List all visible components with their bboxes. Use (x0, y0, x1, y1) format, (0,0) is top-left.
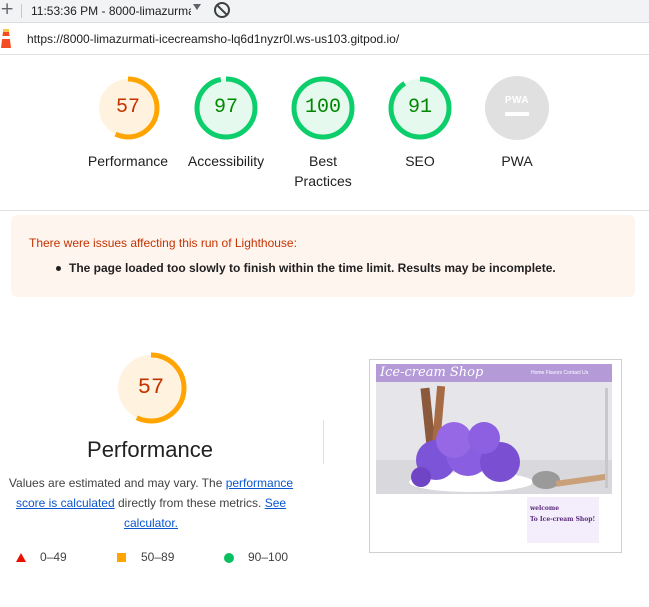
vertical-divider (323, 420, 324, 464)
section-divider (0, 210, 649, 211)
screenshot-menu: Home Flavors Contact Us (531, 370, 589, 376)
caret-down-icon[interactable] (193, 4, 201, 10)
toolbar-divider (21, 4, 22, 18)
seo-label: SEO (405, 153, 435, 169)
fail-triangle-icon (16, 553, 26, 562)
legend-average: 50–89 (141, 550, 175, 564)
pwa-label: PWA (501, 153, 533, 169)
average-square-icon (117, 553, 126, 562)
performance-heading: Performance (87, 437, 213, 462)
warning-item: The page loaded too slowly to finish wit… (69, 261, 556, 275)
report-selector[interactable]: 11:53:36 PM - 8000-limazurma (31, 4, 191, 18)
score-performance[interactable]: 57 Performance (83, 75, 173, 171)
pass-circle-icon (224, 553, 234, 563)
accessibility-score: 97 (213, 96, 238, 119)
screenshot-navbar: Ice-cream Shop Home Flavors Contact Us (376, 364, 612, 382)
screenshot-welcome-line1: welcome (530, 505, 560, 512)
performance-description: Values are estimated and may vary. The p… (4, 473, 298, 533)
block-icon[interactable] (214, 2, 230, 18)
lighthouse-icon (1, 29, 11, 48)
accessibility-gauge: 97 (193, 75, 259, 141)
desc-prefix: Values are estimated and may vary. The (8, 476, 226, 490)
seo-gauge: 91 (387, 75, 453, 141)
new-tab-icon[interactable]: + (0, 0, 14, 19)
performance-gauge: 57 (95, 75, 161, 141)
best-practices-gauge: 100 (290, 75, 356, 141)
legend-pass: 90–100 (248, 550, 289, 564)
screenshot-welcome-card: welcome To Ice-cream Shop! (527, 497, 599, 543)
pwa-badge-text: PWA (504, 95, 530, 106)
best-practices-score: 100 (304, 96, 341, 119)
seo-score: 91 (407, 96, 432, 119)
screenshot-scrollbar (605, 388, 608, 488)
performance-score: 57 (115, 96, 140, 119)
pwa-badge: PWA (484, 75, 550, 141)
bullet-icon (56, 266, 61, 271)
best-practices-label: Best Practices (294, 153, 352, 189)
screenshot-welcome-line2: To Ice-cream Shop! (530, 516, 596, 523)
score-pwa[interactable]: PWA PWA (472, 75, 562, 171)
screenshot-hero-image (376, 382, 612, 494)
browser-toolbar: + 11:53:36 PM - 8000-limazurma (0, 0, 649, 23)
score-seo[interactable]: 91 SEO (375, 75, 465, 171)
performance-detail-score: 57 (137, 375, 165, 400)
legend-fail: 0–49 (40, 550, 67, 564)
accessibility-label: Accessibility (187, 153, 265, 169)
desc-mid: directly from these metrics. (114, 496, 265, 510)
warning-box: There were issues affecting this run of … (11, 215, 635, 297)
score-best-practices[interactable]: 100 Best Practices (278, 75, 368, 191)
ice-cream-illustration (376, 382, 612, 494)
page-url[interactable]: https://8000-limazurmati-icecreamsho-lq6… (27, 32, 399, 46)
url-bar: https://8000-limazurmati-icecreamsho-lq6… (0, 23, 649, 55)
warning-title: There were issues affecting this run of … (29, 236, 297, 250)
pwa-gauge-ring (485, 76, 549, 140)
performance-detail-gauge: 57 (114, 351, 188, 425)
dash-icon (505, 112, 529, 116)
score-accessibility[interactable]: 97 Accessibility (181, 75, 271, 171)
final-screenshot[interactable]: Ice-cream Shop Home Flavors Contact Us w… (369, 359, 622, 553)
performance-label: Performance (87, 153, 169, 169)
screenshot-logo: Ice-cream Shop (380, 365, 484, 380)
